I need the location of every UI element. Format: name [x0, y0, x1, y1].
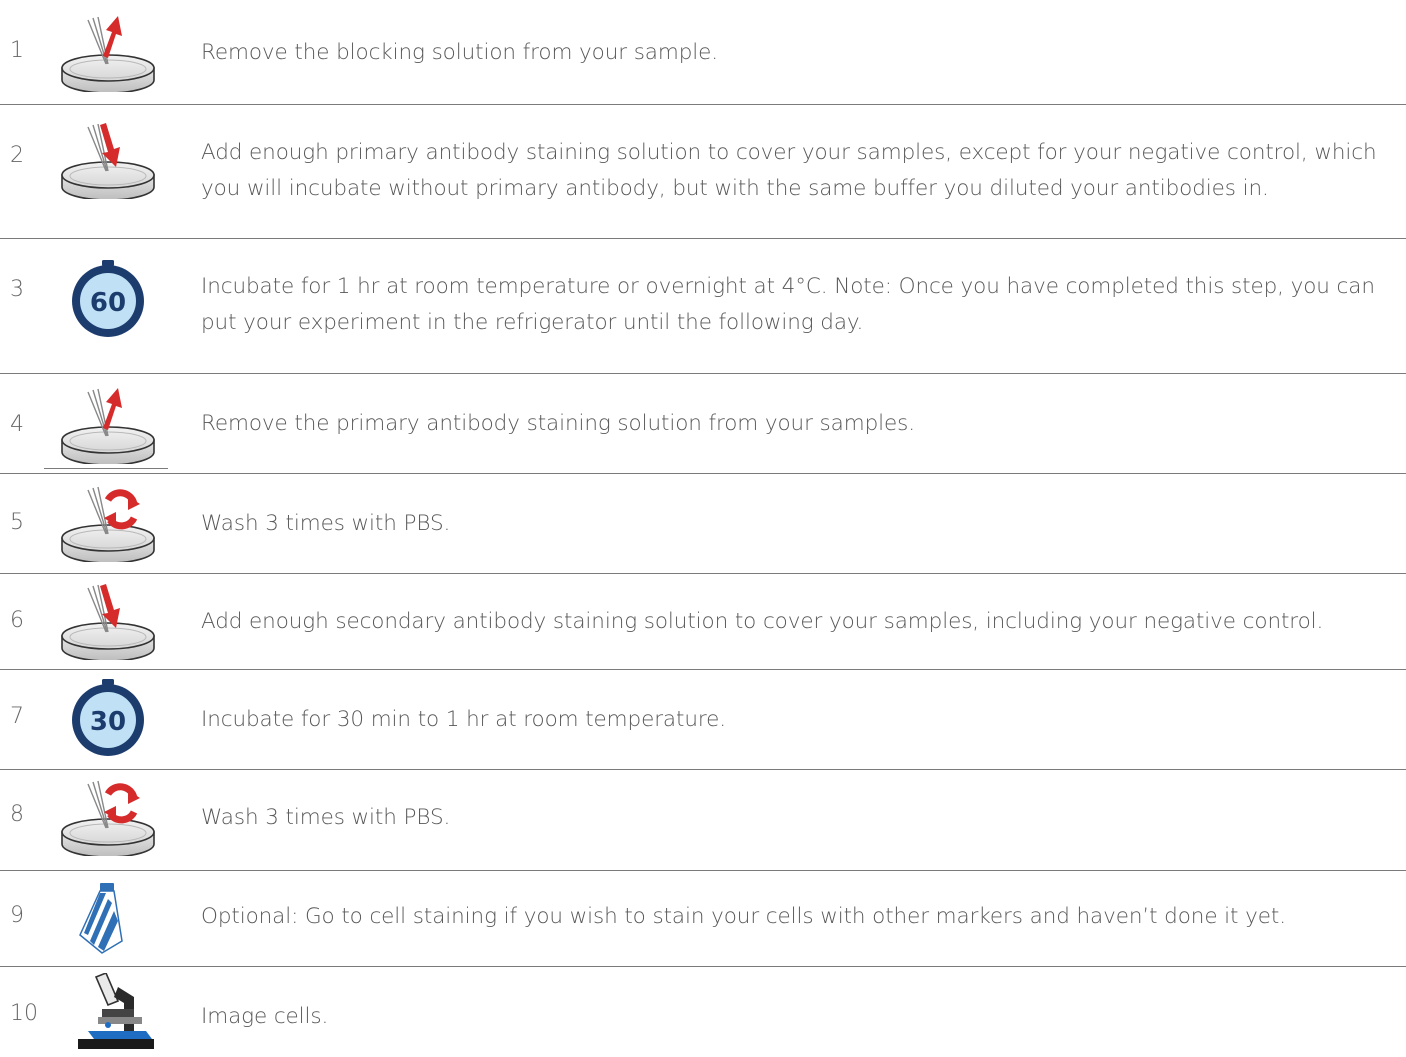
step-text: Image cells.	[201, 1004, 329, 1029]
timer-60-icon: 60	[48, 259, 168, 343]
wash-icon	[48, 482, 168, 566]
step-number: 6	[10, 608, 24, 633]
step-text: Remove the blocking solution from your s…	[201, 40, 719, 65]
tie-icon	[48, 881, 168, 965]
wash-icon	[48, 776, 168, 860]
step-number: 10	[10, 1001, 38, 1026]
step-number: 9	[10, 903, 24, 928]
timer-label: 60	[90, 288, 126, 318]
step-row: 4 Remove the primary antibody staining s…	[0, 374, 1406, 473]
step-number: 2	[10, 143, 24, 168]
step-row: 10 Image cells.	[0, 967, 1406, 1053]
add-pipette-icon	[48, 580, 168, 664]
step-text: Add enough secondary antibody staining s…	[201, 609, 1324, 634]
add-pipette-icon	[48, 119, 168, 203]
step-row: 9 Optional: Go to cell staining if you w…	[0, 871, 1406, 966]
step-row: 8 Wash 3 times with PBS.	[0, 770, 1406, 870]
timer-30-icon: 30	[48, 678, 168, 762]
step-row: 7 30 Incubate for 30 min to 1 hr at room…	[0, 670, 1406, 769]
step-number: 4	[10, 412, 24, 437]
step-row: 6 Add enough secondary antibody staining…	[0, 574, 1406, 669]
step-number: 8	[10, 802, 24, 827]
microscope-icon	[48, 971, 168, 1057]
step-row: 1 Remove the blocking solution from your…	[0, 0, 1406, 104]
icon-underline	[44, 468, 168, 469]
step-row: 3 60 Incubate for 1 hr at room temperatu…	[0, 239, 1406, 373]
timer-label: 30	[90, 707, 126, 737]
step-text: Incubate for 1 hr at room temperature or…	[201, 274, 1375, 335]
step-number: 7	[10, 704, 24, 729]
step-number: 1	[10, 38, 24, 63]
step-text: Wash 3 times with PBS.	[201, 511, 451, 536]
step-number: 3	[10, 277, 24, 302]
step-text: Remove the primary antibody staining sol…	[201, 411, 915, 436]
step-text: Add enough primary antibody staining sol…	[201, 140, 1377, 201]
step-number: 5	[10, 510, 24, 535]
step-text: Optional: Go to cell staining if you wis…	[201, 904, 1286, 929]
step-text: Incubate for 30 min to 1 hr at room temp…	[201, 707, 726, 732]
step-text: Wash 3 times with PBS.	[201, 805, 451, 830]
remove-pipette-icon	[48, 12, 168, 96]
step-row: 5 Wash 3 times with PBS.	[0, 474, 1406, 573]
protocol-steps: 1 Remove the blocking solution from your…	[0, 0, 1406, 1053]
remove-pipette-icon	[48, 384, 168, 468]
step-row: 2 Add enough primary antibody staining s…	[0, 105, 1406, 238]
